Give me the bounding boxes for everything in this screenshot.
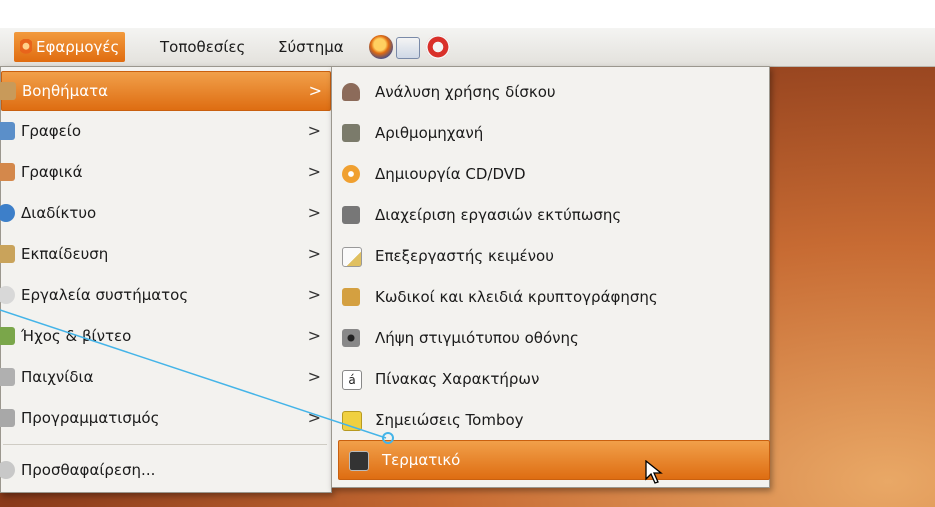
office-icon xyxy=(0,122,15,140)
terminal-icon xyxy=(349,451,369,471)
submenu-arrow-icon: > xyxy=(307,162,321,181)
menu-item-office[interactable]: Γραφείο > xyxy=(0,112,329,150)
calculator-icon xyxy=(342,124,360,142)
menu-item-education[interactable]: Εκπαίδευση > xyxy=(0,235,329,273)
menu-item-system-tools[interactable]: Εργαλεία συστήματος > xyxy=(0,276,329,314)
applications-menu-label: Εφαρμογές xyxy=(36,38,120,56)
menu-item-label: Γραφικά xyxy=(21,163,83,181)
menu-item-label: Ήχος & βίντεο xyxy=(21,327,132,345)
menu-item-disk-usage[interactable]: Ανάλυση χρήσης δίσκου xyxy=(332,73,762,111)
menu-item-label: Ανάλυση χρήσης δίσκου xyxy=(375,83,556,101)
character-map-icon: á xyxy=(342,370,362,390)
ubuntu-logo-icon xyxy=(20,38,32,57)
mail-icon[interactable] xyxy=(396,37,420,59)
menu-item-accessories[interactable]: Βοηθήματα > xyxy=(0,71,331,111)
menu-item-label: Κωδικοί και κλειδιά κρυπτογράφησης xyxy=(375,288,658,306)
menu-item-tomboy[interactable]: Σημειώσεις Tomboy xyxy=(332,401,762,439)
menu-item-add-remove[interactable]: Προσθαφαίρεση... xyxy=(0,451,329,489)
submenu-arrow-icon: > xyxy=(307,367,321,386)
menu-item-label: Εργαλεία συστήματος xyxy=(21,286,189,304)
menu-item-sound-video[interactable]: Ήχος & βίντεο > xyxy=(0,317,329,355)
accessories-submenu: Ανάλυση χρήσης δίσκου Αριθμομηχανή Δημιο… xyxy=(331,66,770,488)
help-icon[interactable] xyxy=(426,35,450,59)
menu-item-label: Δημιουργία CD/DVD xyxy=(375,165,526,183)
menu-item-programming[interactable]: Προγραμματισμός > xyxy=(0,399,329,437)
top-panel: Εφαρμογές Τοποθεσίες Σύστημα xyxy=(0,28,935,67)
menu-item-label: Προγραμματισμός xyxy=(21,409,160,427)
menu-item-games[interactable]: Παιχνίδια > xyxy=(0,358,329,396)
menu-item-label: Διαχείριση εργασιών εκτύπωσης xyxy=(375,206,622,224)
applications-menu[interactable]: Εφαρμογές xyxy=(14,32,126,62)
menu-item-label: Επεξεργαστής κειμένου xyxy=(375,247,554,265)
internet-icon xyxy=(0,204,15,222)
menu-item-label: Αριθμομηχανή xyxy=(375,124,484,142)
accessories-icon xyxy=(0,82,16,100)
system-tools-icon xyxy=(0,286,15,304)
menu-item-label: Λήψη στιγμιότυπου οθόνης xyxy=(375,329,579,347)
cd-burner-icon xyxy=(342,165,360,183)
submenu-arrow-icon: > xyxy=(307,408,321,427)
menu-item-label: Σημειώσεις Tomboy xyxy=(375,411,524,429)
submenu-arrow-icon: > xyxy=(307,244,321,263)
menu-item-calculator[interactable]: Αριθμομηχανή xyxy=(332,114,762,152)
places-menu-label: Τοποθεσίες xyxy=(160,38,246,56)
menu-item-screenshot[interactable]: Λήψη στιγμιότυπου οθόνης xyxy=(332,319,762,357)
menu-item-label: Εκπαίδευση xyxy=(21,245,109,263)
menu-item-internet[interactable]: Διαδίκτυο > xyxy=(0,194,329,232)
printer-icon xyxy=(342,206,360,224)
tomboy-icon xyxy=(342,411,362,431)
system-menu-label: Σύστημα xyxy=(278,38,344,56)
applications-dropdown: Βοηθήματα > Γραφείο > Γραφικά > Διαδίκτυ… xyxy=(0,66,332,493)
submenu-arrow-icon: > xyxy=(307,285,321,304)
add-remove-icon xyxy=(0,461,15,479)
programming-icon xyxy=(0,409,15,427)
menu-item-label: Παιχνίδια xyxy=(21,368,94,386)
menu-item-passwords-keys[interactable]: Κωδικοί και κλειδιά κρυπτογράφησης xyxy=(332,278,762,316)
menu-item-terminal[interactable]: Τερματικό xyxy=(338,440,770,480)
menu-item-character-map[interactable]: á Πίνακας Χαρακτήρων xyxy=(332,360,762,398)
submenu-arrow-icon: > xyxy=(307,326,321,345)
menu-item-cd-burner[interactable]: Δημιουργία CD/DVD xyxy=(332,155,762,193)
firefox-icon[interactable] xyxy=(369,35,393,59)
submenu-arrow-icon: > xyxy=(307,203,321,222)
games-icon xyxy=(0,368,15,386)
places-menu[interactable]: Τοποθεσίες xyxy=(154,32,251,62)
menu-item-text-editor[interactable]: Επεξεργαστής κειμένου xyxy=(332,237,762,275)
menu-item-label: Βοηθήματα xyxy=(22,82,109,100)
screenshot-icon xyxy=(342,329,360,347)
mouse-pointer-icon xyxy=(645,460,663,484)
system-menu[interactable]: Σύστημα xyxy=(272,32,350,62)
menu-item-label: Πίνακας Χαρακτήρων xyxy=(375,370,540,388)
menu-item-graphics[interactable]: Γραφικά > xyxy=(0,153,329,191)
menu-item-label: Διαδίκτυο xyxy=(21,204,97,222)
menu-item-label: Προσθαφαίρεση... xyxy=(21,461,156,479)
graphics-icon xyxy=(0,163,15,181)
menu-separator xyxy=(3,444,327,445)
submenu-arrow-icon: > xyxy=(308,81,322,100)
text-editor-icon xyxy=(342,247,362,267)
keys-icon xyxy=(342,288,360,306)
menu-item-label: Γραφείο xyxy=(21,122,82,140)
submenu-arrow-icon: > xyxy=(307,121,321,140)
sound-video-icon xyxy=(0,327,15,345)
menu-item-print-jobs[interactable]: Διαχείριση εργασιών εκτύπωσης xyxy=(332,196,762,234)
education-icon xyxy=(0,245,15,263)
menu-item-label: Τερματικό xyxy=(382,451,461,469)
disk-usage-icon xyxy=(342,83,360,101)
